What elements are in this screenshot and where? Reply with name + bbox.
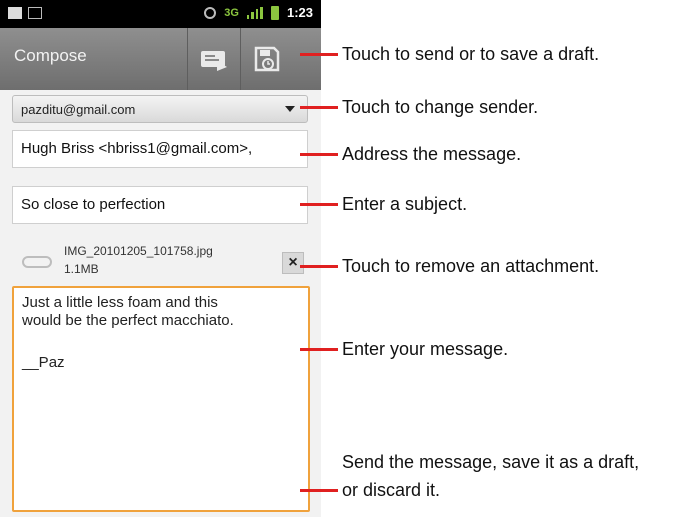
page-title: Compose xyxy=(14,46,87,65)
attachment-name: IMG_20101205_101758.jpg xyxy=(64,244,213,258)
callout-line xyxy=(300,106,338,109)
status-time: 1:23 xyxy=(286,5,313,20)
body-line: __Paz xyxy=(22,354,65,371)
to-value: Hugh Briss <hbriss1@gmail.com>, xyxy=(21,140,253,157)
callout-address: Address the message. xyxy=(300,144,521,165)
gps-icon xyxy=(204,6,217,19)
attachment-row: IMG_20101205_101758.jpg 1.1MB × xyxy=(12,240,308,282)
callout-text: Enter a subject. xyxy=(342,194,468,214)
send-button[interactable] xyxy=(187,28,240,90)
sender-value: pazditu@gmail.com xyxy=(21,102,136,117)
status-bar: 3G 1:23 xyxy=(0,0,321,28)
compose-form: pazditu@gmail.com Hugh Briss <hbriss1@gm… xyxy=(0,90,321,517)
body-line: would be the perfect macchiato. xyxy=(22,312,234,329)
mail-notification-icon xyxy=(8,7,22,19)
compose-titlebar: Compose xyxy=(0,28,321,90)
callout-line xyxy=(300,489,338,492)
save-draft-icon xyxy=(254,46,280,72)
callout-send-discard: or discard it. xyxy=(300,480,440,501)
callout-line xyxy=(300,265,338,268)
data-3g-icon: 3G xyxy=(224,6,239,19)
callout-line xyxy=(300,348,338,351)
attachment-size: 1.1MB xyxy=(64,262,99,276)
callout-line xyxy=(300,53,338,56)
paperclip-icon xyxy=(22,256,52,268)
subject-value: So close to perfection xyxy=(21,196,166,213)
message-body-field[interactable]: Just a little less foam and this would b… xyxy=(12,286,310,512)
status-right-icons: 3G 1:23 xyxy=(204,5,313,20)
calendar-notification-icon xyxy=(28,7,42,19)
save-draft-button[interactable] xyxy=(240,28,293,90)
callout-text: or discard it. xyxy=(342,480,441,500)
callout-send-line1: Send the message, save it as a draft, xyxy=(342,452,640,472)
callout-remove-attachment: Touch to remove an attachment. xyxy=(300,256,599,277)
to-field[interactable]: Hugh Briss <hbriss1@gmail.com>, xyxy=(12,130,308,168)
callout-text: Touch to remove an attachment. xyxy=(342,256,600,276)
sender-dropdown[interactable]: pazditu@gmail.com xyxy=(12,95,308,123)
callout-text: Address the message. xyxy=(342,144,522,164)
callout-text: Enter your message. xyxy=(342,339,509,359)
callout-send-save: Touch to send or to save a draft. xyxy=(300,44,599,65)
callout-line xyxy=(300,153,338,156)
callout-text: Touch to change sender. xyxy=(342,97,539,117)
battery-icon xyxy=(270,5,279,20)
status-left-icons xyxy=(8,7,42,19)
signal-icon xyxy=(246,6,263,19)
phone-screen: 3G 1:23 Compose pazditu@gmail.com Hugh B… xyxy=(0,0,321,517)
chevron-down-icon xyxy=(285,106,295,112)
callout-change-sender: Touch to change sender. xyxy=(300,97,538,118)
subject-field[interactable]: So close to perfection xyxy=(12,186,308,224)
callout-message: Enter your message. xyxy=(300,339,508,360)
close-icon: × xyxy=(288,254,298,271)
callout-line xyxy=(300,203,338,206)
send-icon xyxy=(201,51,227,71)
callout-subject: Enter a subject. xyxy=(300,194,467,215)
callout-text: Touch to send or to save a draft. xyxy=(342,44,600,64)
body-line: Just a little less foam and this xyxy=(22,294,218,311)
